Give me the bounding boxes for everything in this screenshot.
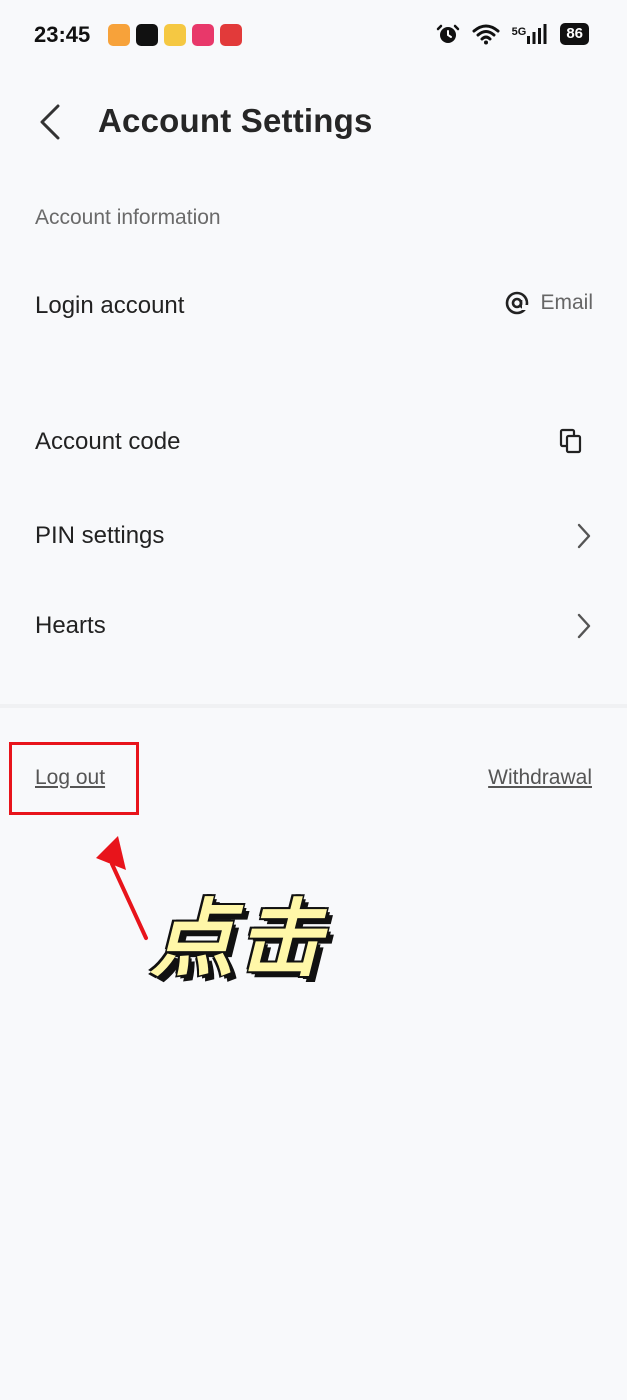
app-notification-icon [192, 24, 214, 46]
withdrawal-link[interactable]: Withdrawal [488, 766, 592, 790]
page-title: Account Settings [98, 102, 373, 139]
login-account-value: Email [504, 290, 593, 316]
status-bar: 23:45 5G 86 [0, 0, 627, 72]
chevron-left-icon [40, 104, 60, 140]
network-type: 5G [511, 26, 527, 38]
annotation-label: 点击 [150, 890, 327, 988]
page-header: Account Settings [0, 82, 627, 162]
pin-settings-row[interactable]: PIN settings [0, 498, 627, 578]
chevron-right-icon [577, 613, 591, 639]
copy-icon[interactable] [559, 428, 583, 454]
at-sign-icon [506, 291, 529, 315]
annotation-arrow-icon [96, 836, 148, 940]
status-time: 23:45 [34, 22, 91, 47]
app-notification-icon [164, 24, 186, 46]
battery-level: 86 [560, 23, 589, 45]
hearts-label: Hearts [35, 612, 106, 639]
app-notification-icon [220, 24, 242, 46]
signal-icon [527, 24, 547, 44]
system-icons: 5G 86 [436, 22, 589, 46]
account-code-label: Account code [35, 428, 181, 455]
back-button[interactable] [30, 100, 70, 144]
notification-icons [108, 24, 242, 46]
chevron-right-icon [577, 523, 591, 549]
tiktok-notification-icon [136, 24, 158, 46]
hearts-row[interactable]: Hearts [0, 588, 627, 668]
alarm-icon [436, 24, 459, 43]
login-account-row[interactable]: Login account Email [0, 268, 627, 348]
wifi-icon [472, 24, 500, 45]
account-code-row: Account code [0, 404, 627, 484]
login-method-text: Email [540, 291, 593, 314]
pin-settings-label: PIN settings [35, 522, 165, 549]
section-label-account-information: Account information [35, 206, 221, 229]
annotation-highlight-box [9, 742, 139, 815]
section-divider [0, 704, 627, 708]
app-notification-icon [108, 24, 130, 46]
login-account-label: Login account [35, 292, 185, 319]
